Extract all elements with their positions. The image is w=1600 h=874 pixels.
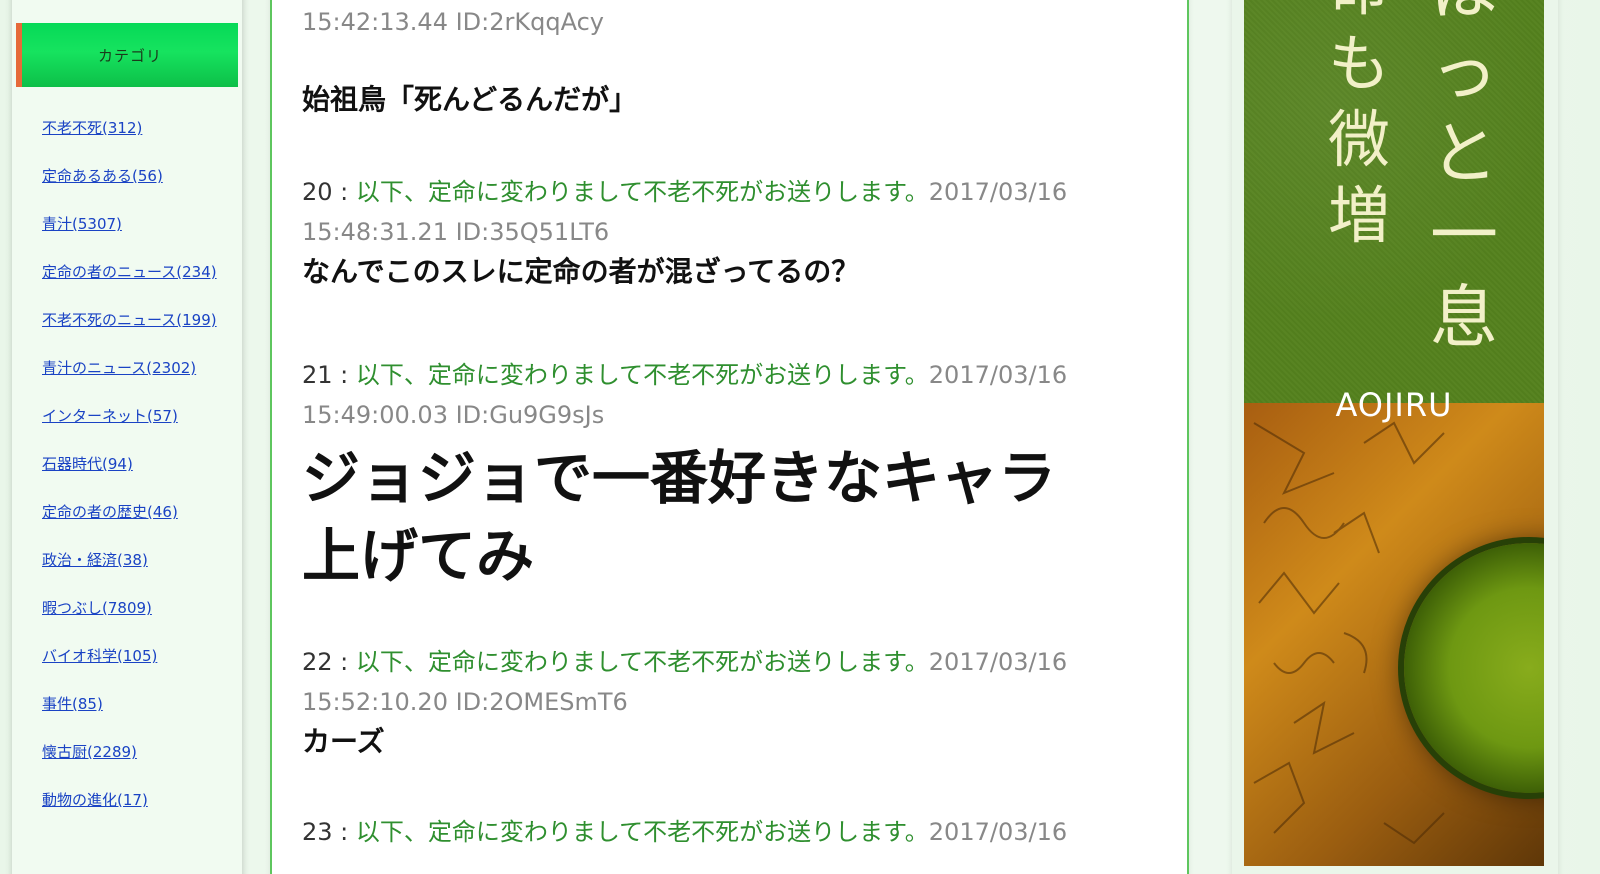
post-author-name: 以下、定命に変わりまして不老不死がお送りします。: [355, 361, 929, 389]
post-date: 2017/03/16: [928, 178, 1068, 206]
category-link-aojiru[interactable]: 青汁(5307): [42, 213, 237, 236]
category-link-mortal-news[interactable]: 定命の者のニュース(234): [42, 261, 237, 284]
ad-char: 命: [1319, 0, 1399, 26]
ad-char: 一: [1429, 197, 1498, 276]
ad-brand-label: AOJIRU: [1335, 386, 1453, 424]
aojiru-ad-banner[interactable]: ほ っ と 一 息 命 も 微 増: [1244, 0, 1544, 866]
post-header: 21 : 以下、定命に変わりまして不老不死がお送りします。2017/03/16: [302, 355, 1172, 395]
category-link-killing-time[interactable]: 暇つぶし(7809): [42, 597, 237, 620]
category-link-animal-evolution[interactable]: 動物の進化(17): [42, 789, 237, 812]
post-item: 20 : 以下、定命に変わりまして不老不死がお送りします。2017/03/16 …: [302, 172, 1172, 292]
category-list: 不老不死(312) 定命あるある(56) 青汁(5307) 定命の者のニュース(…: [42, 117, 237, 837]
category-link-aojiru-news[interactable]: 青汁のニュース(2302): [42, 357, 237, 380]
category-link-internet[interactable]: インターネット(57): [42, 405, 237, 428]
category-link-mortal-history[interactable]: 定命の者の歴史(46): [42, 501, 237, 524]
thread-main: 15:42:13.44 ID:2rKqqAcy 始祖鳥「死んどるんだが」 20 …: [270, 0, 1189, 874]
ad-char: 増: [1327, 179, 1390, 252]
ad-calligraphy-column-right: ほ っ と 一 息: [1424, 0, 1504, 360]
post-number: 23: [302, 818, 333, 846]
post-time-id: 15:52:10.20 ID:2OMESmT6: [302, 688, 628, 716]
category-link-incidents[interactable]: 事件(85): [42, 693, 237, 716]
post-body: カーズ: [302, 725, 385, 758]
post-number: 21: [302, 361, 333, 389]
post-separator: :: [332, 361, 356, 389]
post-separator: :: [332, 818, 356, 846]
post-date: 2017/03/16: [928, 361, 1068, 389]
post-author-name: 以下、定命に変わりまして不老不死がお送りします。: [355, 178, 929, 206]
category-link-politics-economy[interactable]: 政治・経済(38): [42, 549, 237, 572]
post-time-id: 15:49:00.03 ID:Gu9G9sJs: [302, 401, 605, 429]
post-tail: 15:42:13.44 ID:2rKqqAcy 始祖鳥「死んどるんだが」: [302, 2, 1172, 120]
post-author-name: 以下、定命に変わりまして不老不死がお送りします。: [355, 818, 929, 846]
left-sidebar: カテゴリ 不老不死(312) 定命あるある(56) 青汁(5307) 定命の者の…: [12, 0, 242, 874]
ad-tea-photo: [1244, 403, 1544, 866]
post-time-id: 15:42:13.44 ID:2rKqqAcy: [302, 8, 604, 36]
category-header: カテゴリ: [16, 23, 238, 87]
post-time-id: 15:48:31.21 ID:35Q51LT6: [302, 218, 610, 246]
page: カテゴリ 不老不死(312) 定命あるある(56) 青汁(5307) 定命の者の…: [0, 0, 1600, 874]
post-body: 始祖鳥「死んどるんだが」: [302, 83, 638, 116]
category-link-nostalgia[interactable]: 懐古厨(2289): [42, 741, 237, 764]
post-number: 20: [302, 178, 333, 206]
post-item: 22 : 以下、定命に変わりまして不老不死がお送りします。2017/03/16 …: [302, 642, 1172, 762]
post-separator: :: [332, 178, 356, 206]
post-date: 2017/03/16: [928, 818, 1068, 846]
ad-calligraphy-panel: ほ っ と 一 息 命 も 微 増: [1244, 0, 1544, 403]
post-date: 2017/03/16: [928, 648, 1068, 676]
post-body: ジョジョで一番好きなキャラ上げてみ: [302, 444, 1057, 590]
post-header: 23 : 以下、定命に変わりまして不老不死がお送りします。2017/03/16: [302, 812, 1172, 852]
ad-char: も: [1327, 27, 1390, 100]
post-author-name: 以下、定命に変わりまして不老不死がお送りします。: [355, 648, 929, 676]
category-link-immortality[interactable]: 不老不死(312): [42, 117, 237, 140]
post-header: 20 : 以下、定命に変わりまして不老不死がお送りします。2017/03/16: [302, 172, 1172, 212]
post-body: なんでこのスレに定命の者が混ざってるの？: [302, 255, 860, 288]
ad-char: と: [1429, 115, 1498, 194]
post-item: 23 : 以下、定命に変わりまして不老不死がお送りします。2017/03/16: [302, 812, 1172, 852]
ad-char: 息: [1429, 279, 1498, 358]
category-link-mortal-aruaru[interactable]: 定命あるある(56): [42, 165, 237, 188]
post-header: 22 : 以下、定命に変わりまして不老不死がお送りします。2017/03/16: [302, 642, 1172, 682]
category-link-bio-science[interactable]: バイオ科学(105): [42, 645, 237, 668]
post-number: 22: [302, 648, 333, 676]
post-separator: :: [332, 648, 356, 676]
ad-char: ほ: [1424, 0, 1504, 32]
post-item: 21 : 以下、定命に変わりまして不老不死がお送りします。2017/03/16 …: [302, 355, 1172, 595]
category-link-immortal-news[interactable]: 不老不死のニュース(199): [42, 309, 237, 332]
ad-calligraphy-column-left: 命 も 微 増: [1319, 0, 1399, 254]
right-sidebar: ほ っ と 一 息 命 も 微 増: [1232, 0, 1558, 874]
ad-char: 微: [1327, 103, 1390, 176]
category-link-stone-age[interactable]: 石器時代(94): [42, 453, 237, 476]
ad-char: っ: [1429, 33, 1498, 112]
